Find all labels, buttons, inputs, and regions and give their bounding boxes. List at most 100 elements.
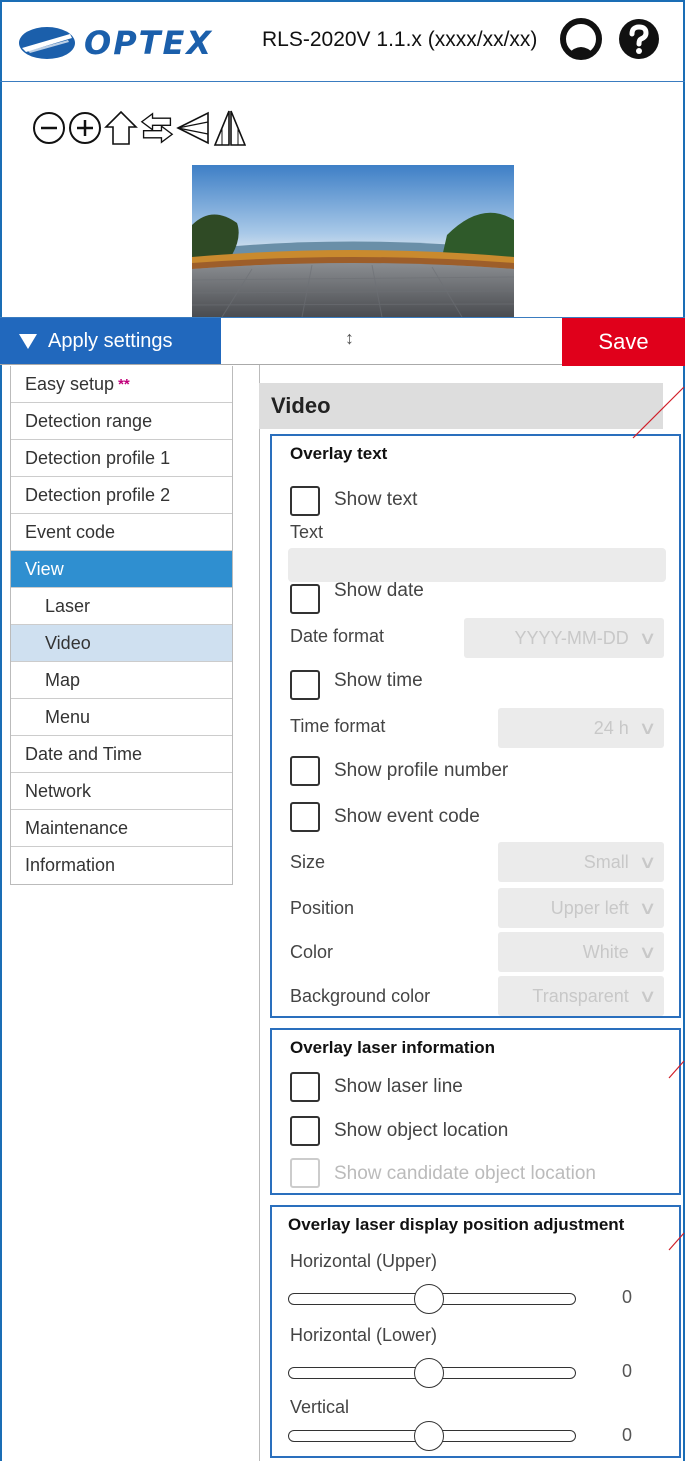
resize-handle-icon[interactable]: ↕ [345,328,354,349]
sidebar-item-label: Detection profile 1 [25,447,171,468]
show-time-label: Show time [334,670,423,691]
triangle-down-icon [19,334,37,349]
apply-bar: Apply settings ↕ Save [0,317,685,366]
horizontal-upper-value: 0 [622,1287,633,1307]
chevron-down-icon: ∨ [638,851,657,872]
show-text-label: Show text [334,489,418,510]
overlay-text-group: Overlay text Show text Text Show date Da… [270,434,681,1018]
position-select[interactable]: Upper left ∨ [498,888,664,928]
sidebar-item-detection-profile-2[interactable]: Detection profile 2 [11,477,232,514]
user-icon[interactable] [560,18,602,60]
horizontal-lower-value: 0 [622,1361,633,1381]
callout-line [668,1060,685,1079]
group-title: Overlay laser information [290,1038,496,1057]
sidebar-item-detection-profile-1[interactable]: Detection profile 1 [11,440,232,477]
date-format-label: Date format [290,626,385,646]
select-value: 24 h [593,717,629,738]
color-label: Color [290,942,334,962]
sidebar-item-event-code[interactable]: Event code [11,514,232,551]
show-object-location-label: Show object location [334,1120,509,1141]
show-profile-number-label: Show profile number [334,760,509,781]
color-select[interactable]: White ∨ [498,932,664,972]
text-label: Text [290,522,324,542]
page-title: Video [259,383,663,429]
select-value: YYYY-MM-DD [514,627,629,648]
show-profile-number-checkbox[interactable] [290,756,320,786]
optex-logo-mark [19,27,75,59]
zoom-in-icon[interactable] [68,108,102,148]
time-format-select[interactable]: 24 h ∨ [498,708,664,748]
sidebar-item-detection-range[interactable]: Detection range [11,403,232,440]
size-select[interactable]: Small ∨ [498,842,664,882]
show-laser-line-label: Show laser line [334,1076,463,1097]
position-adjustment-group: Overlay laser display position adjustmen… [270,1205,681,1458]
show-event-code-checkbox[interactable] [290,802,320,832]
sidebar-item-label: Event code [25,521,116,542]
group-title: Overlay laser display position adjustmen… [288,1215,625,1234]
sidebar-item-information[interactable]: Information [11,847,232,884]
chevron-down-icon: ∨ [638,941,657,962]
select-value: Small [583,851,629,872]
chevron-down-icon: ∨ [638,627,657,648]
home-icon[interactable] [104,108,138,148]
sidebar-item-maintenance[interactable]: Maintenance [11,810,232,847]
sidebar-item-menu[interactable]: Menu [11,699,232,736]
select-value: White [582,941,629,962]
overlay-laser-group: Overlay laser information Show laser lin… [270,1028,681,1195]
position-label: Position [290,898,355,918]
sidebar-item-map[interactable]: Map [11,662,232,699]
sidebar-item-label: Laser [45,595,91,616]
optex-logo: OPTEX [18,24,213,62]
sidebar-item-label: Network [25,780,92,801]
date-format-select[interactable]: YYYY-MM-DD ∨ [464,618,664,658]
vertical-slider-thumb[interactable] [414,1421,444,1451]
sidebar-item-label: Detection profile 2 [25,484,171,505]
time-format-label: Time format [290,716,386,736]
select-value: Upper left [550,897,629,918]
sidebar-item-label: Date and Time [25,743,143,764]
show-candidate-checkbox[interactable] [290,1158,320,1188]
header: OPTEX RLS-2020V 1.1.x (xxxx/xx/xx) [0,0,685,82]
vertical-value: 0 [622,1425,633,1445]
sidebar-item-video[interactable]: Video [11,625,232,662]
background-color-label: Background color [290,986,431,1006]
sidebar-item-laser[interactable]: Laser [11,588,232,625]
sidebar-item-label: Maintenance [25,817,129,838]
save-button[interactable]: Save [562,318,685,366]
help-icon[interactable] [618,18,660,60]
show-laser-line-checkbox[interactable] [290,1072,320,1102]
apply-settings-label: Apply settings [48,329,173,352]
zoom-out-icon[interactable] [32,108,66,148]
horizontal-lower-slider-thumb[interactable] [414,1358,444,1388]
show-object-location-checkbox[interactable] [290,1116,320,1146]
overlay-text-input[interactable] [288,548,666,582]
group-title: Overlay text [290,444,388,463]
chevron-down-icon: ∨ [638,985,657,1006]
show-time-checkbox[interactable] [290,670,320,700]
horizontal-lower-label: Horizontal (Lower) [290,1325,438,1345]
sidebar-item-label: Menu [45,706,91,727]
chevron-down-icon: ∨ [638,897,657,918]
apply-settings-button[interactable]: Apply settings [0,318,221,364]
sidebar-item-label: View [25,558,64,579]
swap-arrows-icon[interactable] [140,108,174,148]
sidebar-item-view[interactable]: View [11,551,232,588]
sidebar-item-label: Information [25,855,116,875]
show-text-checkbox[interactable] [290,486,320,516]
sidebar-item-date-and-time[interactable]: Date and Time [11,736,232,773]
chevron-down-icon: ∨ [638,717,657,738]
sidebar: Easy setup ** Detection range Detection p… [10,366,233,885]
sidebar-item-network[interactable]: Network [11,773,232,810]
view-toolbar [32,108,246,148]
show-date-checkbox[interactable] [290,584,320,614]
background-color-select[interactable]: Transparent ∨ [498,976,664,1016]
mirror-triangle-icon[interactable] [212,108,246,148]
sidebar-item-easy-setup[interactable]: Easy setup ** [11,366,232,403]
version-text: RLS-2020V 1.1.x (xxxx/xx/xx) [262,28,538,51]
show-event-code-label: Show event code [334,806,480,827]
pane-divider[interactable] [259,365,260,1461]
triangle-left-icon[interactable] [176,108,210,148]
callout-line [668,1232,685,1251]
sidebar-item-label: Easy setup [25,373,115,394]
horizontal-upper-slider-thumb[interactable] [414,1284,444,1314]
